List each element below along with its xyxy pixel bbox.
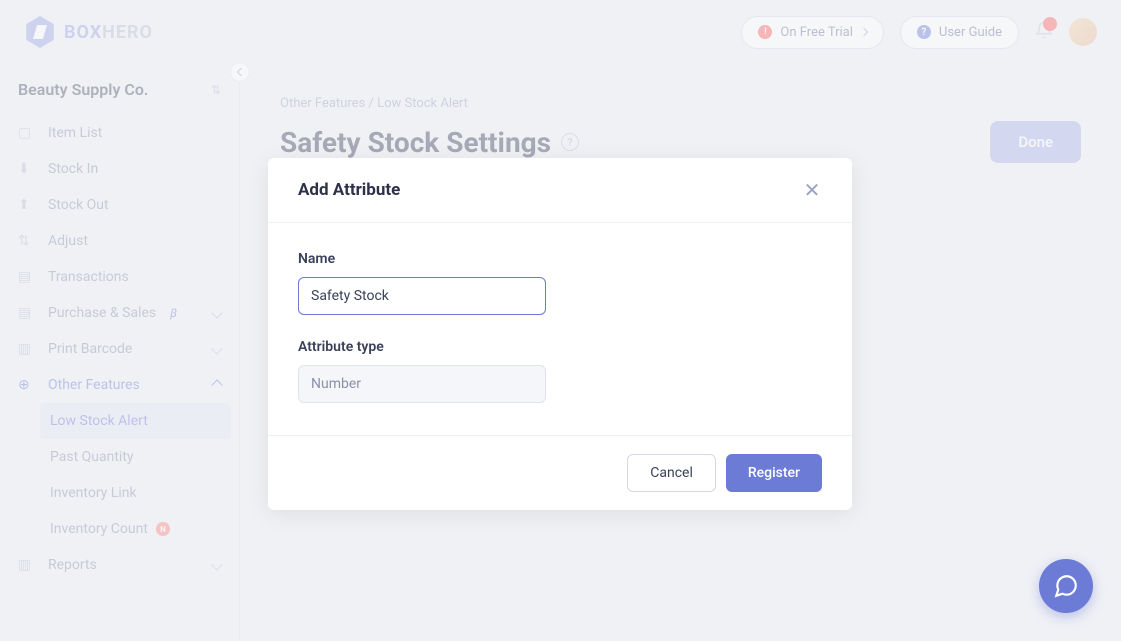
modal-footer: Cancel Register [268,435,852,510]
add-attribute-modal: Add Attribute ✕ Name Attribute type Canc… [268,158,852,510]
type-label: Attribute type [298,339,822,355]
register-button[interactable]: Register [726,454,822,492]
modal-header: Add Attribute ✕ [268,158,852,223]
name-label: Name [298,251,822,267]
close-button[interactable]: ✕ [802,180,822,200]
modal-body: Name Attribute type [268,223,852,435]
name-field-group: Name [298,251,822,315]
type-input [298,365,546,403]
chat-fab[interactable] [1039,559,1093,613]
name-input[interactable] [298,277,546,315]
modal-title: Add Attribute [298,180,400,200]
type-field-group: Attribute type [298,339,822,403]
chat-icon [1053,573,1079,599]
cancel-button[interactable]: Cancel [627,454,716,492]
